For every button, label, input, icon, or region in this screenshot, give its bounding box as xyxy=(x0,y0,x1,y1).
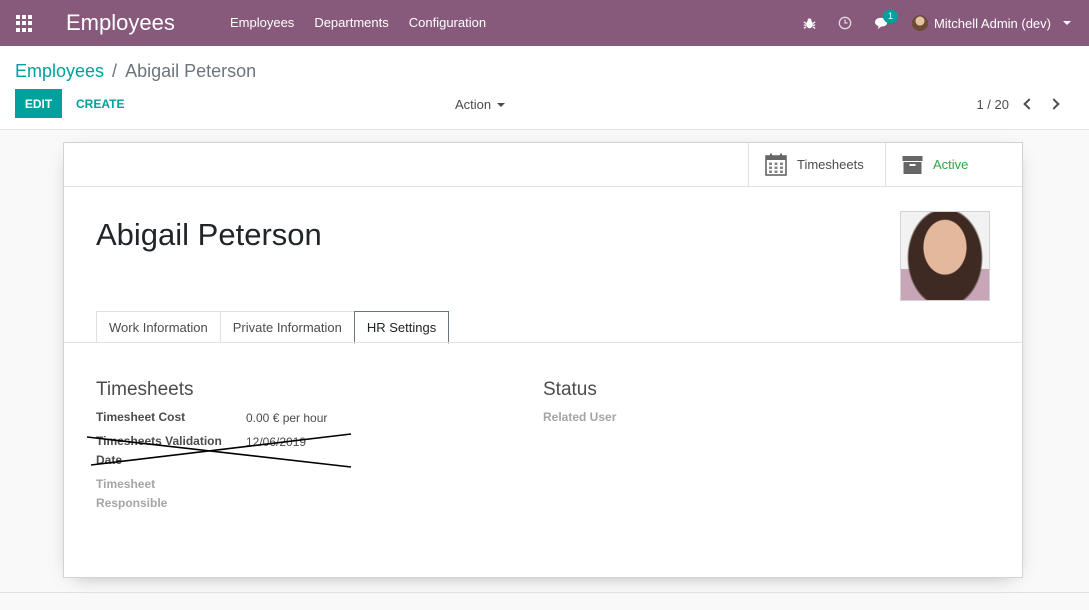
timesheet-cost-label: Timesheet Cost xyxy=(96,410,186,424)
timesheet-responsible-label-line2: Responsible xyxy=(96,496,168,510)
pager-value[interactable]: 1 / 20 xyxy=(976,97,1009,112)
calendar-icon xyxy=(765,153,787,176)
status-group-title: Status xyxy=(543,379,597,400)
top-navbar: Employees Employees Departments Configur… xyxy=(0,0,1089,46)
tab-private-information[interactable]: Private Information xyxy=(219,311,355,343)
related-user-label: Related User xyxy=(543,410,617,424)
chevron-down-icon xyxy=(1063,21,1071,25)
breadcrumb: Employees / Abigail Peterson xyxy=(15,61,256,82)
timesheets-group-title: Timesheets xyxy=(96,379,194,400)
chevron-down-icon xyxy=(497,102,506,107)
action-dropdown[interactable]: Action xyxy=(455,97,506,112)
pager-previous-icon[interactable] xyxy=(1021,96,1035,112)
timesheets-smart-button[interactable]: Timesheets xyxy=(748,143,885,186)
menu-item-employees[interactable]: Employees xyxy=(230,15,294,30)
timesheet-responsible-label-line1: Timesheet xyxy=(96,477,156,491)
employee-name: Abigail Peterson xyxy=(96,217,322,252)
pager-next-icon[interactable] xyxy=(1048,96,1063,112)
create-button[interactable]: CREATE xyxy=(76,97,124,111)
timesheets-validation-date-value: 12/06/2019 xyxy=(246,435,307,449)
tab-hr-settings[interactable]: HR Settings xyxy=(353,311,450,344)
user-avatar xyxy=(911,15,928,31)
form-tabs: Work Information Private Information HR … xyxy=(96,311,450,344)
user-name: Mitchell Admin (dev) xyxy=(933,15,1051,31)
timesheet-cost-value: 0.00 € per hour xyxy=(246,411,328,425)
employee-photo[interactable] xyxy=(900,211,990,301)
main-menu: Employees Departments Configuration xyxy=(230,15,486,30)
timesheets-validation-label-line1: Timesheets Validation xyxy=(96,434,222,448)
form-sheet: Timesheets Active Abigail Peterson Work … xyxy=(63,142,1023,578)
page-bottom-divider xyxy=(0,592,1089,593)
systray: 1 Mitchell Admin (dev) xyxy=(803,0,1071,46)
smart-button-box: Timesheets Active xyxy=(64,143,1022,187)
activity-clock-icon[interactable] xyxy=(838,16,852,30)
action-label: Action xyxy=(455,97,492,112)
tab-work-information[interactable]: Work Information xyxy=(96,311,221,343)
menu-item-departments[interactable]: Departments xyxy=(314,15,388,30)
edit-button[interactable]: EDIT xyxy=(15,89,62,118)
timesheet-responsible-label: Timesheet Responsible xyxy=(96,475,167,513)
breadcrumb-current: Abigail Peterson xyxy=(125,61,257,81)
apps-menu-icon[interactable] xyxy=(16,15,33,32)
user-menu[interactable]: Mitchell Admin (dev) xyxy=(911,15,1071,31)
debug-bug-icon[interactable] xyxy=(803,17,816,30)
message-count-badge: 1 xyxy=(882,9,898,23)
breadcrumb-separator: / xyxy=(112,61,118,81)
timesheets-validation-label: Timesheets Validation Date xyxy=(96,432,222,470)
messaging-chat-icon[interactable]: 1 xyxy=(874,9,898,30)
control-panel: Employees / Abigail Peterson EDIT CREATE… xyxy=(0,46,1089,130)
timesheets-smart-button-label: Timesheets xyxy=(797,157,864,172)
breadcrumb-employees[interactable]: Employees xyxy=(15,61,104,82)
active-toggle-label: Active xyxy=(933,157,969,172)
timesheets-validation-label-line2: Date xyxy=(96,453,123,467)
tabs-divider xyxy=(64,342,1022,343)
app-title[interactable]: Employees xyxy=(66,10,175,36)
menu-item-configuration[interactable]: Configuration xyxy=(409,15,486,30)
archive-box-icon xyxy=(902,155,923,174)
active-toggle-button[interactable]: Active xyxy=(885,143,1022,186)
